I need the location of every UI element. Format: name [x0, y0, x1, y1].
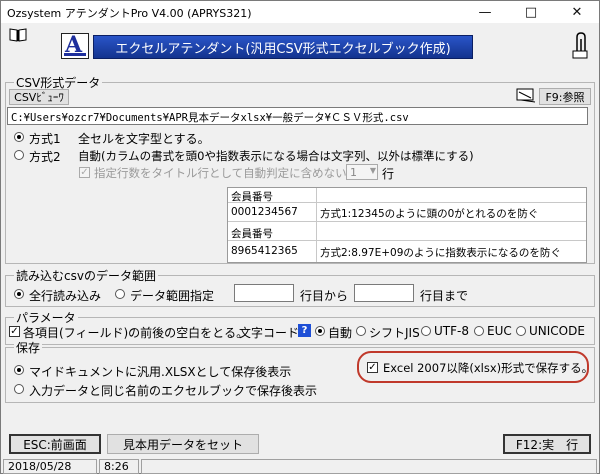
preview-value-2: 8965412365	[231, 245, 298, 257]
save-group-title: 保存	[14, 339, 43, 356]
title-bar: Ozsystem アテンダントPro V4.00 (APRYS321) — □ …	[1, 1, 599, 23]
title-rows-label: 指定行数をタイトル行として自動判定に含めない	[94, 166, 347, 180]
maximize-button[interactable]: □	[509, 1, 553, 23]
run-button-label: F12:実 行	[515, 437, 579, 452]
csv-path-value: C:¥Users¥ozcr7¥Documents¥APR見本データxlsx¥一般…	[11, 112, 409, 124]
minimize-button[interactable]: —	[463, 1, 507, 23]
mode1-radio[interactable]	[14, 132, 24, 142]
specify-range-radio[interactable]	[115, 289, 125, 299]
grid-line	[316, 188, 317, 262]
encoding-unicode-radio[interactable]	[516, 326, 526, 336]
encoding-euc-radio[interactable]	[474, 326, 484, 336]
title-rows-unit: 行	[382, 167, 395, 181]
range-group-title: 読み込むcsvのデータ範囲	[14, 267, 158, 284]
page-title-banner: エクセルアテンダント(汎用CSV形式エクセルブック作成)	[93, 35, 473, 59]
run-button[interactable]: F12:実 行	[503, 434, 591, 454]
app-window: Ozsystem アテンダントPro V4.00 (APRYS321) — □ …	[0, 0, 600, 474]
encoding-unicode-label[interactable]: UNICODE	[529, 324, 585, 338]
app-logo: A	[61, 32, 89, 59]
grid-line	[228, 221, 586, 222]
title-rows-checkbox[interactable]: ✓	[79, 167, 90, 178]
csv-path-input[interactable]: C:¥Users¥ozcr7¥Documents¥APR見本データxlsx¥一般…	[7, 107, 588, 125]
dropdown-icon: ▼	[369, 166, 376, 175]
encoding-label: 文字コード	[239, 326, 300, 340]
set-sample-data-label: 見本用データをセット	[122, 437, 243, 452]
trim-label[interactable]: 各項目(フィールド)の前後の空白をとる。	[23, 324, 248, 341]
esc-back-label: ESC:前画面	[23, 437, 87, 452]
status-time: 8:26	[99, 459, 139, 474]
maximize-icon: □	[524, 4, 538, 20]
set-sample-data-button[interactable]: 見本用データをセット	[107, 434, 259, 454]
mode2-description: 自動(カラムの書式を頭0や指数表示になる場合は文字列、以外は標準にする)	[78, 149, 474, 163]
preview-header-1: 会員番号	[231, 191, 273, 203]
paperclip-icon[interactable]	[571, 31, 589, 59]
encoding-utf8-radio[interactable]	[421, 326, 431, 336]
preview-note-2: 方式2:8.97E+09のように指数表示になるのを防ぐ	[320, 247, 561, 259]
close-button[interactable]: ✕	[555, 1, 599, 23]
minimize-icon: —	[478, 4, 492, 20]
preview-value-1: 0001234567	[231, 206, 298, 218]
csv-viewer-button[interactable]: CSVﾋﾞｭｰﾜ	[9, 89, 69, 105]
specify-range-label[interactable]: データ範囲指定	[130, 287, 214, 304]
all-rows-label[interactable]: 全行読み込み	[29, 287, 101, 304]
encoding-euc-label[interactable]: EUC	[487, 324, 512, 338]
range-from-input[interactable]	[234, 284, 294, 302]
logo-bar	[64, 53, 86, 56]
format-preview-grid: 会員番号 0001234567 方式1:12345のように頭の0がとれるのを防ぐ…	[227, 187, 587, 263]
status-empty	[141, 459, 597, 474]
close-icon: ✕	[571, 4, 583, 20]
preview-note-1: 方式1:12345のように頭の0がとれるのを防ぐ	[320, 208, 539, 220]
page-title: エクセルアテンダント(汎用CSV形式エクセルブック作成)	[115, 41, 451, 57]
preview-header-2: 会員番号	[231, 228, 273, 240]
status-date: 2018/05/28	[3, 459, 97, 474]
encoding-utf8-label[interactable]: UTF-8	[434, 324, 469, 338]
mode2-label[interactable]: 方式2	[29, 148, 61, 165]
range-to-input[interactable]	[354, 284, 414, 302]
window-title: Ozsystem アテンダントPro V4.00 (APRYS321)	[7, 7, 252, 20]
help-icon[interactable]: ?	[298, 324, 311, 337]
status-date-value: 2018/05/28	[8, 460, 72, 473]
grid-line	[228, 240, 586, 241]
encoding-auto-label[interactable]: 自動	[328, 324, 352, 341]
range-to-suffix: 行目まで	[420, 289, 469, 303]
xlsx-checkbox[interactable]: ✓	[367, 362, 378, 373]
encoding-auto-radio[interactable]	[315, 326, 325, 336]
grid-line	[228, 202, 586, 203]
mode2-radio[interactable]	[14, 150, 24, 160]
encoding-sjis-radio[interactable]	[356, 326, 366, 336]
save-mydocs-label[interactable]: マイドキュメントに汎用.XLSXとして保存後表示	[29, 363, 291, 380]
browse-button-label: F9:参照	[545, 90, 585, 104]
title-rows-select[interactable]: 1 ▼	[346, 164, 378, 180]
book-icon[interactable]	[9, 27, 27, 43]
title-rows-value: 1	[350, 166, 357, 179]
trim-checkbox[interactable]: ✓	[9, 326, 20, 337]
mode1-description: 全セルを文字型とする。	[78, 132, 210, 146]
save-mydocs-radio[interactable]	[14, 365, 24, 375]
save-same-name-label[interactable]: 入力データと同じ名前のエクセルブックで保存後表示	[29, 382, 317, 399]
all-rows-radio[interactable]	[14, 289, 24, 299]
browse-icon[interactable]	[515, 86, 537, 104]
range-from-suffix: 行目から	[300, 289, 349, 303]
save-same-name-radio[interactable]	[14, 384, 24, 394]
encoding-sjis-label[interactable]: シフトJIS	[369, 324, 420, 341]
csv-viewer-label: CSVﾋﾞｭｰﾜ	[14, 91, 64, 104]
status-time-value: 8:26	[104, 460, 129, 473]
mode1-label[interactable]: 方式1	[29, 130, 61, 147]
esc-back-button[interactable]: ESC:前画面	[9, 434, 101, 454]
xlsx-label[interactable]: Excel 2007以降(xlsx)形式で保存する。	[383, 360, 593, 376]
browse-button[interactable]: F9:参照	[539, 88, 591, 105]
